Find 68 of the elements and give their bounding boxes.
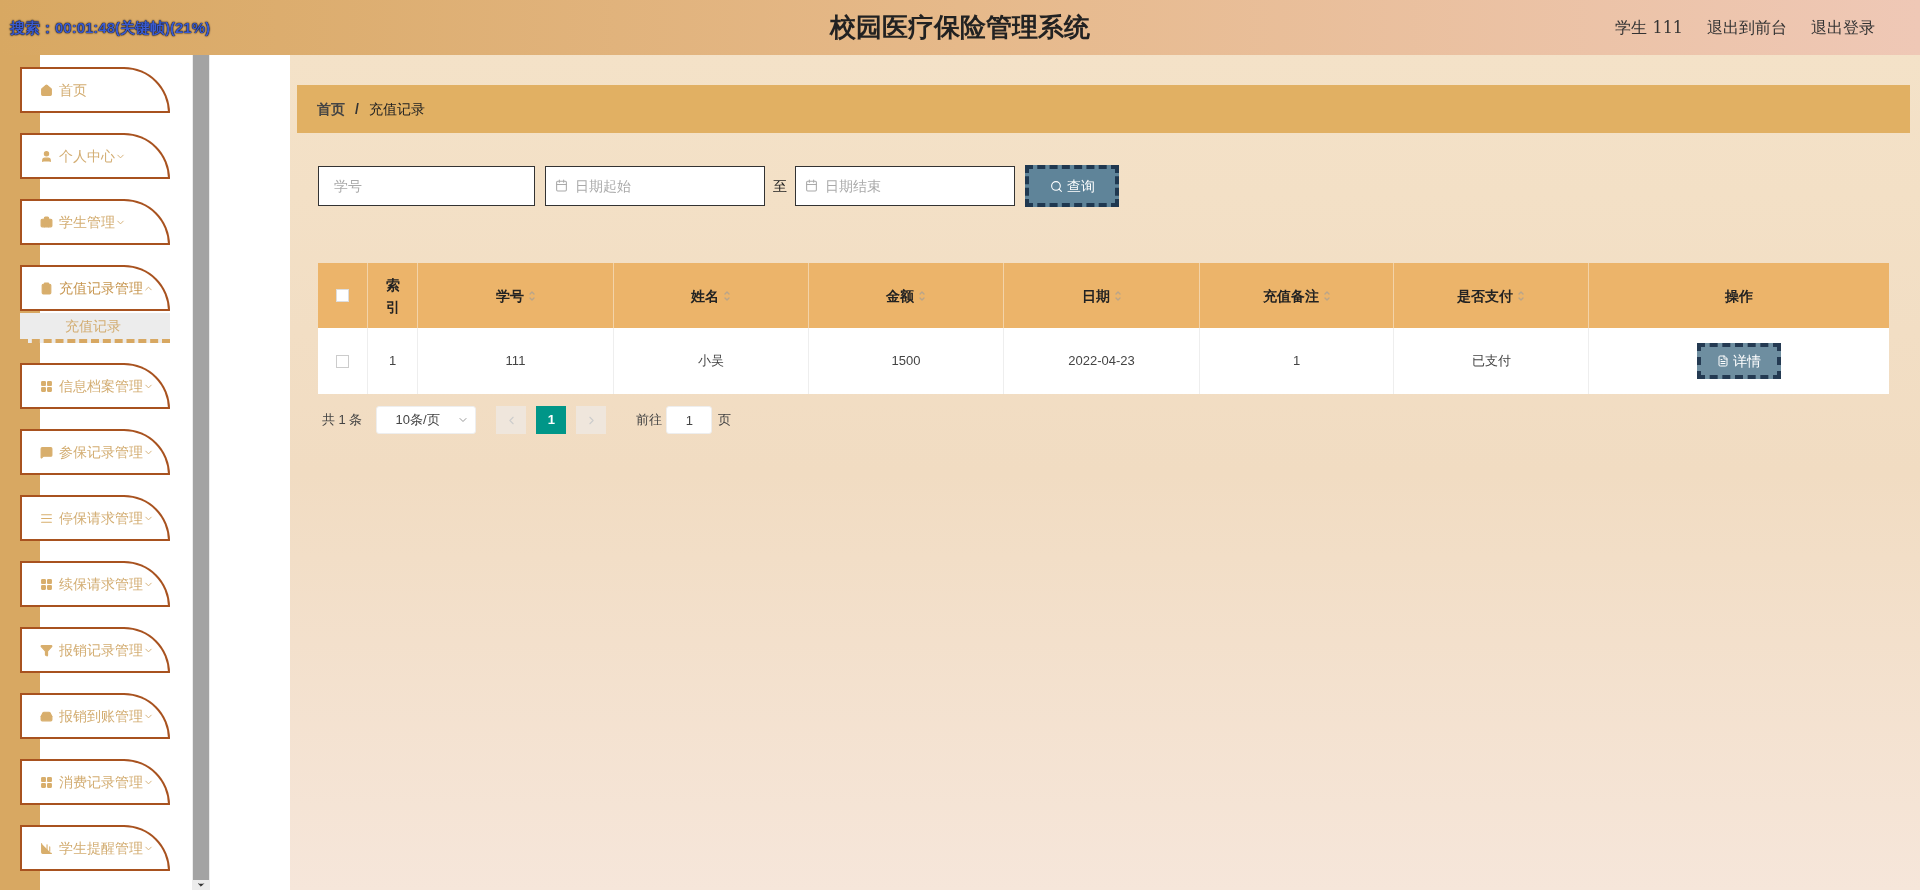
- table-cell-text: 1500: [891, 352, 921, 371]
- select-all-checkbox[interactable]: [336, 289, 349, 302]
- sidebar-item[interactable]: 充值记录管理: [20, 265, 170, 311]
- sidebar-item[interactable]: 个人中心: [20, 133, 170, 179]
- row-checkbox[interactable]: [336, 354, 349, 368]
- sidebar-item[interactable]: 消费记录管理: [20, 759, 170, 805]
- page-size-select[interactable]: 10条/页: [376, 406, 477, 434]
- calendar-icon: [555, 179, 568, 192]
- goto-suffix: 页: [718, 411, 732, 430]
- clipboard-icon: [40, 281, 53, 295]
- sidebar-item[interactable]: 首页: [20, 67, 170, 113]
- breadcrumb-item: 充值记录: [368, 99, 425, 119]
- grid-icon: [40, 577, 53, 591]
- page-button[interactable]: 1: [536, 406, 567, 434]
- table-cell-text: 2022-04-23: [1068, 352, 1135, 371]
- breadcrumb-separator: /: [355, 99, 359, 119]
- column-header: 充值备注: [1262, 286, 1319, 306]
- column-header: 操作: [1725, 286, 1753, 306]
- table-cell-text: 1: [1292, 352, 1301, 371]
- grid-icon: [40, 379, 53, 393]
- search-button[interactable]: 查询: [1025, 165, 1119, 207]
- chat-icon: [40, 445, 53, 459]
- table-cell-text: 111: [505, 352, 526, 371]
- column-header: 索引: [385, 275, 400, 317]
- column-header: 姓名: [691, 286, 719, 306]
- sidebar-item[interactable]: 信息档案管理: [20, 363, 170, 409]
- grid-icon: [40, 775, 53, 789]
- table-cell-text: 已支付: [1471, 352, 1511, 371]
- student-id-field[interactable]: 学号: [318, 166, 535, 206]
- document-icon: [1717, 355, 1729, 367]
- bar-chart-icon: [40, 841, 53, 855]
- sidebar-item[interactable]: 学生提醒管理: [20, 825, 170, 871]
- range-separator: 至: [773, 176, 787, 196]
- user-icon: [40, 149, 53, 163]
- user-label: 学生 111: [1615, 16, 1683, 39]
- column-header: 学号: [495, 286, 524, 306]
- briefcase-icon: [40, 215, 53, 229]
- app-title: 校园医疗保险管理系统: [830, 11, 1090, 44]
- scroll-down-icon[interactable]: [196, 880, 206, 890]
- submenu-item[interactable]: 充值记录: [20, 313, 170, 343]
- total-count: 共 1 条: [322, 411, 363, 430]
- sidebar-item[interactable]: 停保请求管理: [20, 495, 170, 541]
- seek-overlay-text: 搜索：00:01:48(关键帧)(21%): [10, 18, 211, 36]
- scrollbar[interactable]: [192, 55, 210, 890]
- table-cell-text: 1: [388, 352, 397, 371]
- inbox-icon: [40, 709, 53, 723]
- goto-label: 前往: [636, 411, 663, 430]
- date-to-field[interactable]: 日期结束: [795, 166, 1015, 206]
- list-icon: [40, 511, 53, 525]
- column-header: 金额: [886, 286, 914, 306]
- column-header: 日期: [1081, 286, 1110, 306]
- calendar-icon: [805, 179, 818, 192]
- home-icon: [40, 83, 53, 97]
- header-link[interactable]: 退出到前台: [1707, 15, 1787, 40]
- sidebar-item[interactable]: 参保记录管理: [20, 429, 170, 475]
- sidebar-item[interactable]: 报销记录管理: [20, 627, 170, 673]
- table-cell-text: 小吴: [698, 352, 724, 371]
- sidebar-item[interactable]: 报销到账管理: [20, 693, 170, 739]
- sidebar-item[interactable]: 学生管理: [20, 199, 170, 245]
- search-icon: [1049, 179, 1063, 193]
- header-link[interactable]: 退出登录: [1811, 15, 1875, 40]
- funnel-icon: [40, 643, 53, 657]
- column-header: 是否支付: [1457, 286, 1513, 306]
- detail-button[interactable]: 详情: [1697, 343, 1781, 379]
- breadcrumb-item[interactable]: 首页: [317, 98, 345, 120]
- sidebar-item[interactable]: 续保请求管理: [20, 561, 170, 607]
- date-from-field[interactable]: 日期起始: [545, 166, 765, 206]
- goto-page-field[interactable]: 1: [666, 406, 713, 434]
